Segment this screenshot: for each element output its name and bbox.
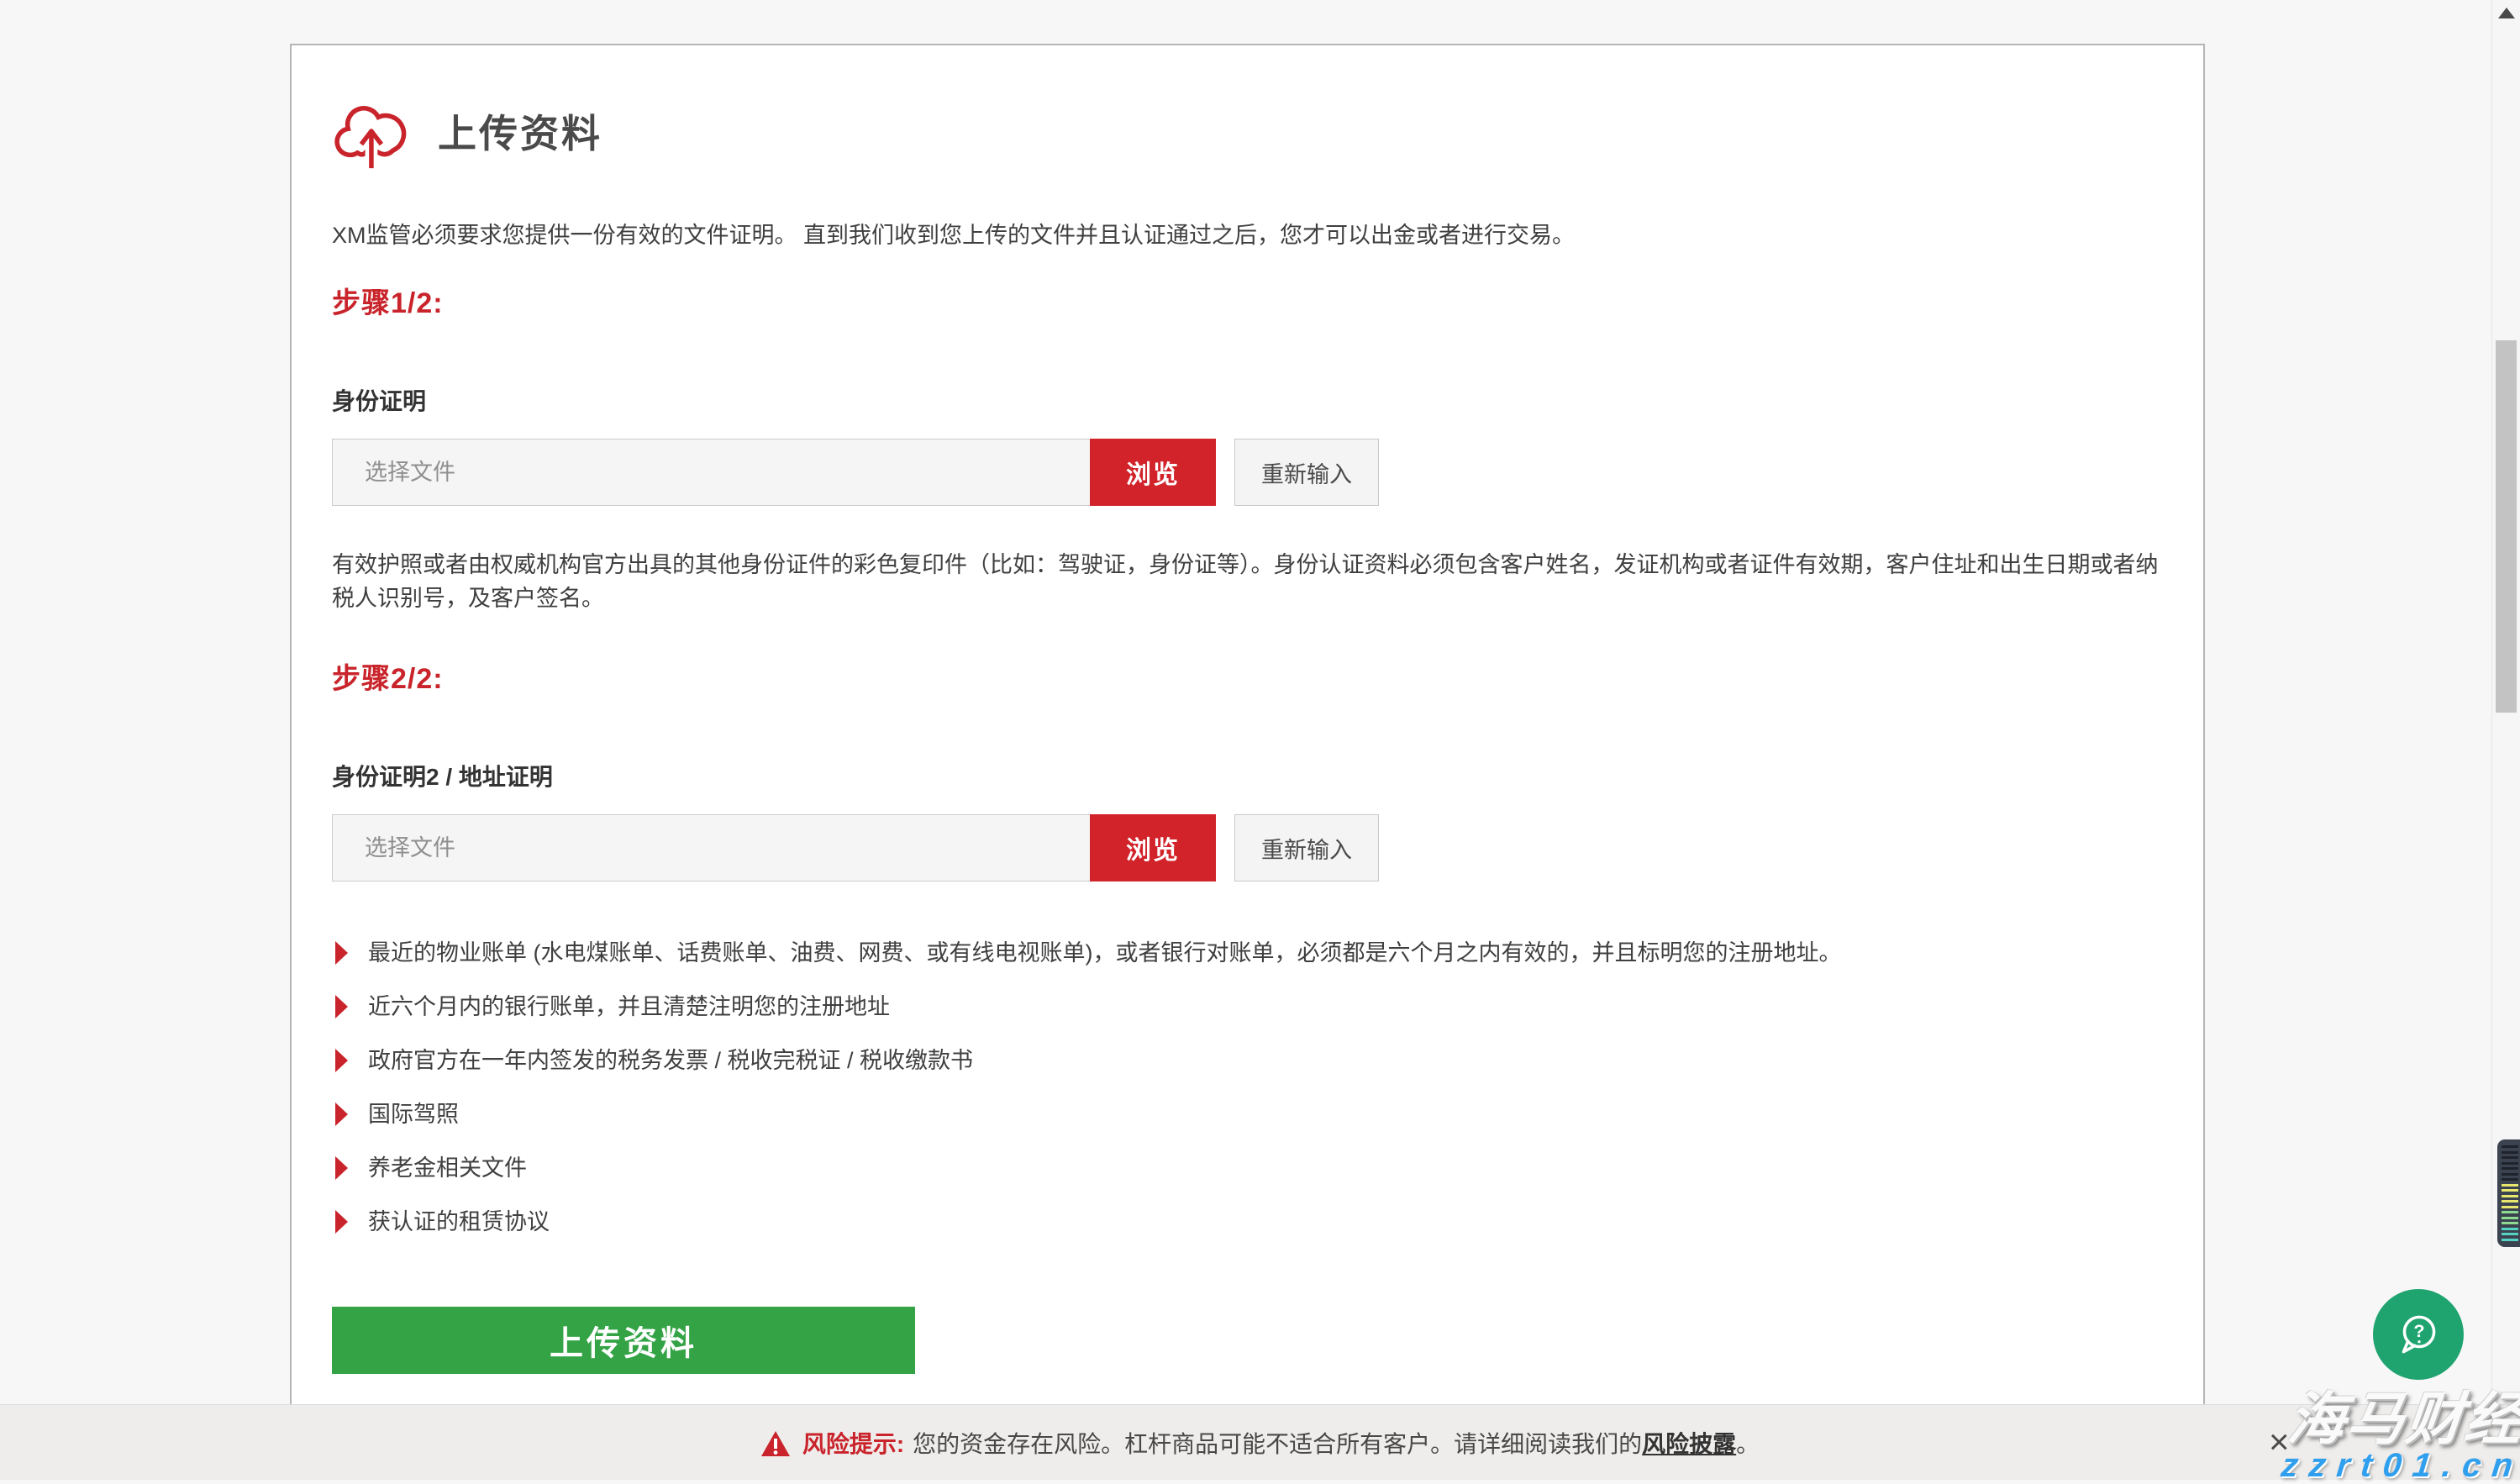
- upload-card: 上传资料 XM监管必须要求您提供一份有效的文件证明。 直到我们收到您上传的文件并…: [290, 44, 2205, 1480]
- id-proof-file-row: 浏览 重新输入: [332, 439, 2163, 506]
- widget-stripe: [2502, 1167, 2518, 1170]
- risk-warning-bar: 风险提示: 您的资金存在风险。杠杆商品可能不适合所有客户。请详细阅读我们的 风险…: [0, 1404, 2520, 1480]
- list-item-text: 政府官方在一年内签发的税务发票 / 税收完税证 / 税收缴款书: [368, 1048, 973, 1073]
- upload-card-content: 上传资料 XM监管必须要求您提供一份有效的文件证明。 直到我们收到您上传的文件并…: [292, 45, 2203, 1453]
- widget-stripe: [2502, 1151, 2518, 1154]
- list-item: 最近的物业账单 (水电煤账单、话费账单、油费、网费、或有线电视账单)，或者银行对…: [332, 940, 2163, 966]
- widget-stripe: [2502, 1222, 2518, 1224]
- list-item: 国际驾照: [332, 1102, 2163, 1127]
- widget-stripe: [2502, 1233, 2518, 1235]
- list-item-text: 最近的物业账单 (水电煤账单、话费账单、油费、网费、或有线电视账单)，或者银行对…: [368, 940, 1841, 966]
- widget-stripe: [2502, 1145, 2518, 1148]
- widget-stripe: [2502, 1184, 2518, 1187]
- widget-stripe: [2502, 1156, 2518, 1159]
- risk-disclosure-link[interactable]: 风险披露: [1642, 1426, 1736, 1460]
- risk-prefix: 风险提示:: [802, 1426, 904, 1460]
- page-header: 上传资料: [332, 94, 2163, 168]
- widget-stripe: [2502, 1206, 2518, 1208]
- risk-text: 您的资金存在风险。杠杆商品可能不适合所有客户。请详细阅读我们的: [913, 1426, 1642, 1460]
- red-triangle-bullet-icon: [335, 941, 348, 965]
- list-item-text: 国际驾照: [368, 1102, 459, 1127]
- list-item: 养老金相关文件: [332, 1155, 2163, 1181]
- red-triangle-bullet-icon: [335, 1156, 348, 1180]
- widget-stripe: [2502, 1173, 2518, 1176]
- intro-text: XM监管必须要求您提供一份有效的文件证明。 直到我们收到您上传的文件并且认证通过…: [332, 217, 2163, 250]
- list-item: 获认证的租赁协议: [332, 1209, 2163, 1234]
- widget-stripe: [2502, 1211, 2518, 1213]
- close-icon[interactable]: ×: [2269, 1424, 2290, 1460]
- risk-suffix: 。: [1736, 1426, 1760, 1460]
- scroll-up-arrow-icon[interactable]: [2498, 8, 2515, 18]
- id-proof-file-input[interactable]: [333, 439, 1091, 505]
- list-item-text: 获认证的租赁协议: [368, 1209, 550, 1234]
- red-triangle-bullet-icon: [335, 995, 348, 1018]
- widget-stripe: [2502, 1189, 2518, 1192]
- address-proof-file-box: 浏览: [332, 814, 1216, 881]
- help-chat-icon: ?: [2392, 1308, 2444, 1360]
- widget-stripe: [2502, 1239, 2518, 1241]
- id-proof-note: 有效护照或者由权威机构官方出具的其他身份证件的彩色复印件（比如：驾驶证，身份证等…: [332, 548, 2163, 615]
- widget-stripe: [2502, 1195, 2518, 1197]
- equalizer-widget[interactable]: [2497, 1139, 2520, 1247]
- accepted-documents-list: 最近的物业账单 (水电煤账单、话费账单、油费、网费、或有线电视账单)，或者银行对…: [332, 940, 2163, 1234]
- id-proof-file-box: 浏览: [332, 439, 1216, 506]
- red-triangle-bullet-icon: [335, 1210, 348, 1234]
- list-item-text: 近六个月内的银行账单，并且清楚注明您的注册地址: [368, 994, 890, 1019]
- step-2-heading: 步骤2/2:: [332, 655, 2163, 697]
- red-triangle-bullet-icon: [335, 1049, 348, 1072]
- upload-submit-button[interactable]: 上传资料: [332, 1307, 915, 1374]
- address-proof-reset-button[interactable]: 重新输入: [1234, 814, 1379, 881]
- cloud-upload-icon: [332, 91, 409, 171]
- id-proof-browse-button[interactable]: 浏览: [1090, 439, 1216, 506]
- address-proof-file-row: 浏览 重新输入: [332, 814, 2163, 881]
- address-proof-file-input[interactable]: [333, 815, 1091, 881]
- page-title: 上传资料: [438, 103, 602, 159]
- scrollbar-thumb[interactable]: [2496, 340, 2517, 713]
- help-chat-button[interactable]: ?: [2373, 1289, 2464, 1380]
- step-1-heading: 步骤1/2:: [332, 280, 2163, 321]
- widget-stripe: [2502, 1217, 2518, 1219]
- widget-stripe: [2502, 1162, 2518, 1165]
- widget-stripe: [2502, 1228, 2518, 1230]
- warning-triangle-icon: [760, 1430, 791, 1457]
- svg-text:?: ?: [2413, 1320, 2424, 1341]
- list-item: 政府官方在一年内签发的税务发票 / 税收完税证 / 税收缴款书: [332, 1048, 2163, 1073]
- id-proof-label: 身份证明: [332, 383, 2163, 417]
- widget-stripe: [2502, 1178, 2518, 1181]
- red-triangle-bullet-icon: [335, 1102, 348, 1126]
- widget-stripe: [2502, 1200, 2518, 1202]
- upload-documents-page: { "header": { "title": "上传资料", "icon": "…: [0, 0, 2520, 1480]
- address-proof-browse-button[interactable]: 浏览: [1090, 814, 1216, 881]
- id-proof-reset-button[interactable]: 重新输入: [1234, 439, 1379, 506]
- list-item: 近六个月内的银行账单，并且清楚注明您的注册地址: [332, 994, 2163, 1019]
- scrollbar[interactable]: [2491, 0, 2520, 1480]
- list-item-text: 养老金相关文件: [368, 1155, 527, 1181]
- address-proof-label: 身份证明2 / 地址证明: [332, 759, 2163, 792]
